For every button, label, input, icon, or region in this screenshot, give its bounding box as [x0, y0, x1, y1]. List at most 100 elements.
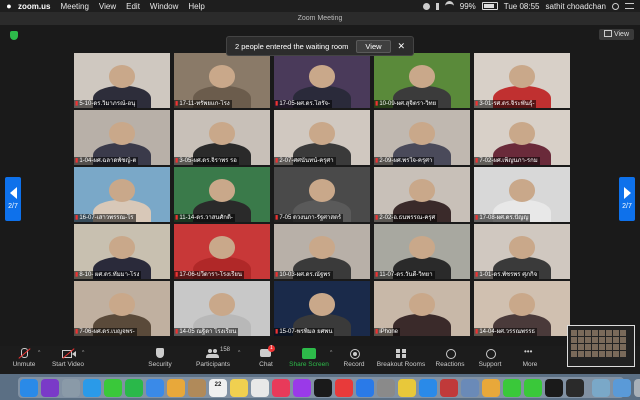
window-title: Zoom Meeting: [297, 15, 343, 22]
share-options-caret-icon[interactable]: ^: [330, 350, 332, 356]
participant-video-tile[interactable]: ▮14-04-ผศ.วรรณพรรธ: [474, 281, 570, 336]
menu-view[interactable]: View: [99, 2, 116, 11]
participant-video-tile[interactable]: ▮17-06-ปวีดารา-โรงเรียน: [174, 224, 270, 279]
bluetooth-icon[interactable]: [435, 2, 439, 10]
dock-line-icon[interactable]: [524, 378, 542, 397]
dock-siri-icon[interactable]: [41, 378, 59, 397]
participant-video-tile[interactable]: ▮3-01-รศ.ดร.จิระพันธุ์-: [474, 53, 570, 108]
dock-finder-icon[interactable]: [20, 378, 38, 397]
dock-apple-tv-icon[interactable]: [314, 378, 332, 397]
dock-finder-window-icon[interactable]: [592, 378, 610, 397]
participant-video-tile[interactable]: ▮7-06-ผศ.ดร.เบญจพร-: [74, 281, 170, 336]
participant-video-tile[interactable]: ▮10-03-ผศ.ดร.ณัฐพร: [274, 224, 370, 279]
audio-options-caret-icon[interactable]: ^: [38, 350, 40, 356]
participant-video-tile[interactable]: ▮7-05 ดวงนภา-รัฐศาสตร์: [274, 167, 370, 222]
view-layout-button[interactable]: View: [598, 29, 634, 40]
participant-video-tile[interactable]: ▮1-01-ดร.พัชรพร ศุภกิจ: [474, 224, 570, 279]
microphone-muted-icon: ▮: [475, 101, 479, 107]
dock-reminders-icon[interactable]: [251, 378, 269, 397]
participant-video-tile[interactable]: ▮iPhone: [374, 281, 470, 336]
dock-obs-icon[interactable]: [566, 378, 584, 397]
participant-video-tile[interactable]: ▮1-04-ผศ.ฉลาดพัชญ์-ต: [74, 110, 170, 165]
dock-photos-icon[interactable]: [167, 378, 185, 397]
dock-sketchbook-icon[interactable]: [440, 378, 458, 397]
dock-messages-icon[interactable]: [104, 378, 122, 397]
record-button[interactable]: Record: [340, 348, 368, 368]
reactions-button[interactable]: Reactions: [434, 348, 466, 368]
participant-video-tile[interactable]: ▮3-05-ผศ.ดร.จิราพร รอ: [174, 110, 270, 165]
participant-video-tile[interactable]: ▮11-07-ดร.วันดี-วิทยา: [374, 224, 470, 279]
menu-meeting[interactable]: Meeting: [60, 2, 88, 11]
participant-head: [308, 293, 336, 317]
dock-zoom-icon[interactable]: [419, 378, 437, 397]
participant-video-tile[interactable]: ▮7-02-ผศ.เพ็ญนภา-รกม: [474, 110, 570, 165]
security-button[interactable]: Security: [144, 348, 176, 368]
dock-news-icon[interactable]: [335, 378, 353, 397]
dock-terminal-icon[interactable]: [545, 378, 563, 397]
dock-launchpad-icon[interactable]: [62, 378, 80, 397]
participant-video-tile[interactable]: ▮17-05-ผศ.ดร.โสรัจ-: [274, 53, 370, 108]
menu-window[interactable]: Window: [150, 2, 178, 11]
dock-folder-icon[interactable]: [613, 378, 631, 397]
dock-trash-icon[interactable]: [634, 378, 640, 397]
dock-safari-icon[interactable]: [83, 378, 101, 397]
grid-icon: [603, 30, 612, 37]
participant-video-tile[interactable]: ▮15-07-พรพิมล ยศพน: [274, 281, 370, 336]
participants-button[interactable]: 158 Participants: [192, 347, 234, 368]
unmute-button[interactable]: Unmute: [8, 348, 40, 368]
participants-options-caret-icon[interactable]: ^: [238, 350, 240, 356]
share-screen-button[interactable]: Share Screen: [286, 348, 332, 368]
dock-notes-icon[interactable]: [230, 378, 248, 397]
status-icon[interactable]: [422, 2, 430, 10]
dock-app-store-icon[interactable]: [356, 378, 374, 397]
dock-system-preferences-icon[interactable]: [377, 378, 395, 397]
share-screen-label: Share Screen: [289, 361, 329, 368]
participant-video-tile[interactable]: ▮14-05 ณฐิดา โรงเรียน: [174, 281, 270, 336]
participant-name-label: ▮2-02-อ.ธนพรรณ-ครุศ: [374, 214, 438, 222]
support-button[interactable]: Support: [476, 348, 504, 368]
participant-name-label: ▮7-06-ผศ.ดร.เบญจพร-: [74, 328, 137, 336]
participant-video-tile[interactable]: ▮5-10-ดร.วิมาภรณ์-อนุ: [74, 53, 170, 108]
wifi-icon[interactable]: [444, 1, 454, 11]
participant-video-tile[interactable]: ▮2-02-อ.ธนพรรณ-ครุศ: [374, 167, 470, 222]
user-name[interactable]: sathit choadchan: [546, 2, 607, 11]
previous-page-button[interactable]: 2/7: [5, 177, 21, 221]
control-center-icon[interactable]: [625, 3, 634, 9]
menu-edit[interactable]: Edit: [126, 2, 140, 11]
chat-button[interactable]: 1 Chat: [254, 345, 278, 368]
menu-app-name[interactable]: zoom.us: [18, 2, 50, 11]
participant-video-tile[interactable]: ▮17-08-ผศ.ดร.ปัญญ: [474, 167, 570, 222]
security-shield-icon[interactable]: [10, 31, 18, 40]
breakout-rooms-button[interactable]: Breakout Rooms: [376, 348, 426, 368]
dock-chrome-icon[interactable]: [398, 378, 416, 397]
clock[interactable]: Tue 08:55: [504, 2, 540, 11]
participant-name: 17-11-ทรัพยแก-โรง: [179, 101, 230, 107]
participant-video-tile[interactable]: ▮16-07-เสาวพรรณ-โร: [74, 167, 170, 222]
battery-icon[interactable]: [481, 2, 498, 10]
close-icon[interactable]: ✕: [397, 41, 405, 52]
dock-preview-icon[interactable]: [461, 378, 479, 397]
dock-pages-icon[interactable]: [482, 378, 500, 397]
participant-video-tile[interactable]: ▮17-11-ทรัพยแก-โรง: [174, 53, 270, 108]
participant-video-tile[interactable]: ▮10-09-ผศ.สุจิตรา-วิทย: [374, 53, 470, 108]
dock-calendar-icon[interactable]: 22: [209, 378, 227, 397]
dock-wechat-icon[interactable]: [503, 378, 521, 397]
menu-help[interactable]: Help: [188, 2, 204, 11]
dock-contacts-icon[interactable]: [188, 378, 206, 397]
battery-percent: 99%: [459, 1, 476, 11]
participant-video-tile[interactable]: ▮2-07-ศศนันทน์-ครุศา: [274, 110, 370, 165]
more-button[interactable]: More: [518, 347, 542, 368]
dock-music-icon[interactable]: [272, 378, 290, 397]
dock-podcasts-icon[interactable]: [293, 378, 311, 397]
apple-menu-icon[interactable]: ●: [0, 1, 18, 11]
next-page-button[interactable]: 2/7: [619, 177, 635, 221]
participant-video-tile[interactable]: ▮2-09-ผศ.พรใจ-ครุศา: [374, 110, 470, 165]
participant-video-tile[interactable]: ▮11-14-ดร.วาสนศักดิ์-: [174, 167, 270, 222]
video-options-caret-icon[interactable]: ^: [82, 350, 84, 356]
screen-preview-thumbnail[interactable]: [567, 325, 635, 367]
dock-facetime-icon[interactable]: [125, 378, 143, 397]
participant-video-tile[interactable]: ▮8-10- ผศ.ดร.ทัมมา-โรง: [74, 224, 170, 279]
search-icon[interactable]: [612, 2, 619, 10]
waiting-room-view-button[interactable]: View: [356, 39, 391, 53]
dock-mail-icon[interactable]: [146, 378, 164, 397]
